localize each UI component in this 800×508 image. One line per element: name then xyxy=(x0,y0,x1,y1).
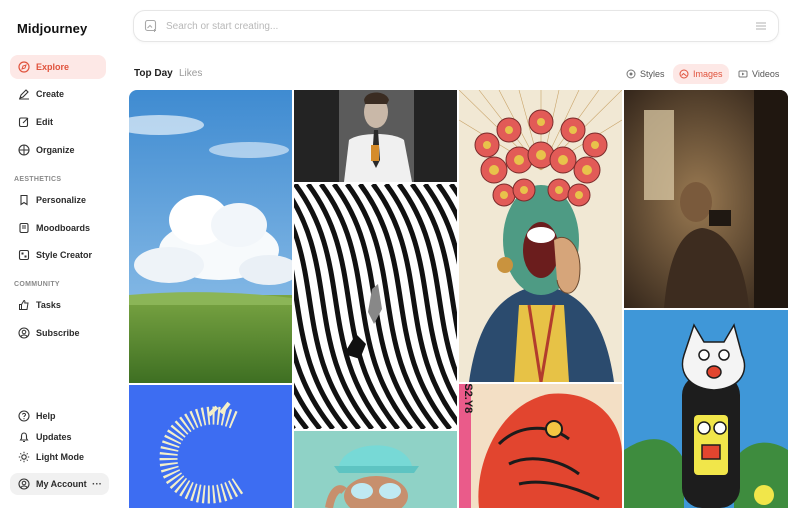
edit-icon xyxy=(18,117,29,128)
portrait-man-drink-image[interactable] xyxy=(294,90,457,182)
sidebar-item-style-creator[interactable]: Style Creator xyxy=(10,243,106,267)
pencil-icon xyxy=(19,89,29,100)
image-prompt-icon[interactable] xyxy=(144,19,158,33)
bell-icon xyxy=(19,432,29,442)
sidebar-item-label: Help xyxy=(36,411,56,421)
sidebar-item-label: Updates xyxy=(36,432,72,442)
tab-top-day[interactable]: Top Day xyxy=(134,68,173,79)
section-label-aesthetics: AESTHETICS xyxy=(14,176,62,183)
video-icon xyxy=(738,70,748,78)
bookmark-icon xyxy=(20,194,28,206)
sun-icon xyxy=(18,451,30,463)
sidebar-item-organize[interactable]: Organize xyxy=(10,138,106,162)
image-icon xyxy=(679,69,689,79)
sidebar-item-personalize[interactable]: Personalize xyxy=(10,188,106,212)
sidebar-item-subscribe[interactable]: Subscribe xyxy=(10,321,106,345)
palette-icon xyxy=(18,249,30,261)
filter-label: Images xyxy=(693,69,723,79)
section-label-community: COMMUNITY xyxy=(14,281,60,288)
sidebar-item-label: Style Creator xyxy=(36,250,93,260)
filter-videos[interactable]: Videos xyxy=(732,64,785,84)
styles-icon xyxy=(626,69,636,79)
selfie-mirror-photo[interactable] xyxy=(624,90,788,308)
search-bar[interactable] xyxy=(133,10,779,42)
sidebar-item-label: Create xyxy=(36,89,65,99)
my-account-button[interactable]: My Account ··· xyxy=(10,473,109,495)
search-input[interactable] xyxy=(166,20,754,32)
sidebar-item-tasks[interactable]: Tasks xyxy=(10,293,106,317)
app-logo[interactable]: Midjourney xyxy=(17,21,87,36)
settings-sliders-icon[interactable] xyxy=(754,19,768,33)
account-label: My Account xyxy=(36,479,87,489)
sidebar-item-label: Light Mode xyxy=(36,452,84,462)
red-beast-poster-image[interactable]: SS2.Y8 xyxy=(459,384,622,508)
compass-icon xyxy=(18,61,30,73)
sidebar-item-label: Tasks xyxy=(36,300,61,310)
sidebar-item-moodboards[interactable]: Moodboards xyxy=(10,216,106,240)
filter-label: Videos xyxy=(752,69,780,79)
sidebar-item-label: Edit xyxy=(36,117,53,127)
image-gallery: SS2.Y8 xyxy=(129,90,788,508)
sidebar-item-label: Explore xyxy=(36,62,70,72)
subscribe-icon xyxy=(18,327,30,339)
moodboard-icon xyxy=(19,222,29,234)
cat-monster-illustration[interactable] xyxy=(624,310,788,508)
more-options-icon[interactable]: ··· xyxy=(92,479,102,490)
user-icon xyxy=(18,478,30,490)
sidebar-item-create[interactable]: Create xyxy=(10,82,106,106)
sidebar-item-label: Organize xyxy=(36,145,75,155)
thumbs-up-icon xyxy=(19,299,29,310)
sidebar: Midjourney Explore Create Edit Organize … xyxy=(0,0,120,508)
sidebar-item-label: Subscribe xyxy=(36,328,80,338)
poster-text: SS2.Y8 xyxy=(462,384,474,413)
sidebar-item-label: Personalize xyxy=(36,195,87,205)
sidebar-item-light-mode[interactable]: Light Mode xyxy=(10,445,106,469)
filter-label: Styles xyxy=(640,69,665,79)
tab-likes[interactable]: Likes xyxy=(179,68,202,79)
sidebar-item-label: Moodboards xyxy=(36,223,90,233)
sky-meadow-image[interactable] xyxy=(129,90,292,383)
filter-styles[interactable]: Styles xyxy=(620,64,671,84)
sidebar-item-edit[interactable]: Edit xyxy=(10,110,106,134)
blue-abstract-letter-image[interactable] xyxy=(129,385,292,508)
cyan-cap-portrait-image[interactable] xyxy=(294,431,457,508)
masked-figure-illustration[interactable] xyxy=(459,90,622,382)
sidebar-item-explore[interactable]: Explore xyxy=(10,55,106,79)
help-icon xyxy=(18,410,30,422)
grid-icon xyxy=(18,144,30,156)
op-art-stripes-image[interactable] xyxy=(294,184,457,429)
filter-images[interactable]: Images xyxy=(673,64,729,84)
